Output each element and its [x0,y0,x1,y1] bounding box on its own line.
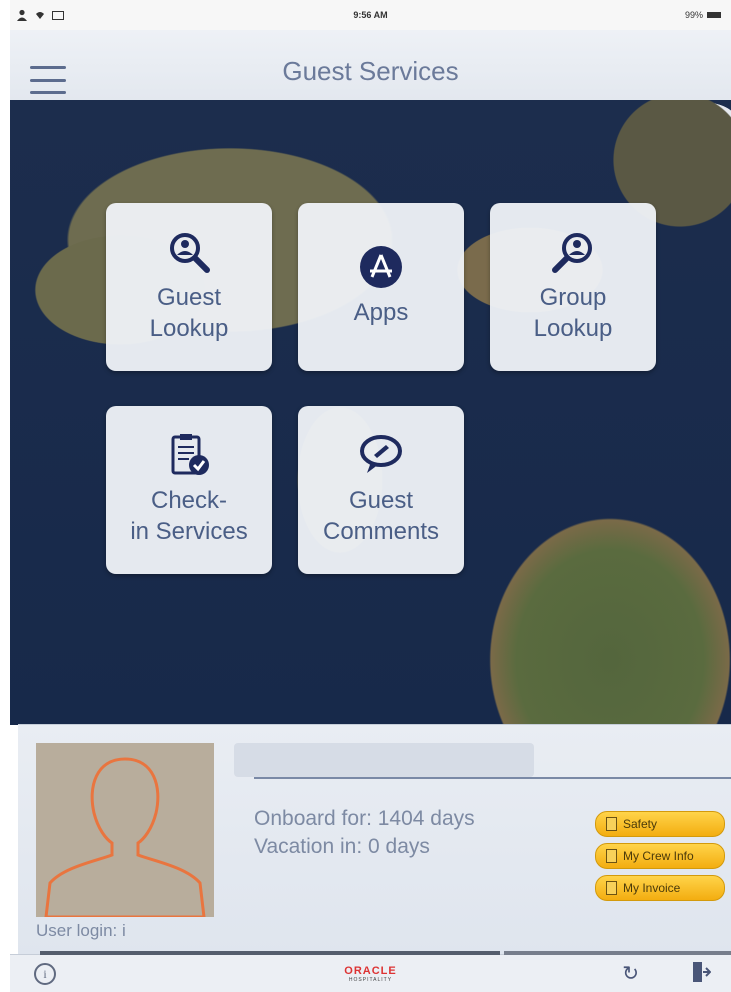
clipboard-check-icon [171,433,209,475]
guest-lookup-tile[interactable]: Guest Lookup [106,203,272,371]
divider [254,777,731,779]
app-store-icon [360,246,402,289]
profile-panel: Onboard for: 1404 days Vacation in: 0 da… [18,724,731,955]
document-icon [606,849,617,863]
username-placeholder [234,743,534,777]
bottom-toolbar: i ORACLE HOSPITALITY ↻ [10,951,731,992]
apps-tile[interactable]: Apps [298,203,464,371]
status-right: 99% [685,10,721,20]
scrollbar-track [504,951,731,955]
onboard-days: Onboard for: 1404 days [254,807,475,830]
check-in-services-label: Check-in Services [130,486,248,545]
guest-lookup-label: Guest Lookup [149,283,229,342]
scrollbar[interactable] [40,951,500,955]
battery-percent: 99% [684,10,703,20]
my-crew-info-button[interactable]: My Crew Info [595,843,725,869]
group-search-icon [552,232,592,273]
group-lookup-label: Group Lookup [533,283,613,342]
guest-search-icon [170,232,210,273]
comment-bubble-icon [360,434,402,473]
person-silhouette-icon [44,757,206,919]
my-invoice-button[interactable]: My Invoice [595,875,725,901]
nav-bar: Guest Services [10,30,731,101]
page-title: Guest Services [282,56,459,86]
avatar [36,743,214,919]
apps-label: Apps [353,299,409,327]
status-time: 9:56 AM [353,10,388,20]
guest-comments-tile[interactable]: Guest Comments [298,406,464,574]
user-login: User login: i [36,921,126,940]
world-map-background: Guest Lookup Apps Group Lookup Check- in… [10,100,731,725]
document-icon [606,881,617,895]
battery-icon [707,12,721,18]
refresh-icon[interactable]: ↻ [622,961,639,986]
check-in-services-tile[interactable]: Check-in Services [106,406,272,574]
document-icon [606,817,617,831]
status-bar: 9:56 AM 99% [10,0,731,30]
group-lookup-tile[interactable]: Group Lookup [490,203,656,371]
logout-icon[interactable] [691,961,711,983]
profile-buttons: Safety My Crew Info My Invoice [595,811,725,901]
vacation-days: Vacation in: 0 days [254,835,430,859]
safety-button[interactable]: Safety [595,811,725,837]
crew-info: Onboard for: 1404 days Vacation in: 0 da… [254,805,475,862]
guest-comments-label: Guest Comments [322,486,440,545]
